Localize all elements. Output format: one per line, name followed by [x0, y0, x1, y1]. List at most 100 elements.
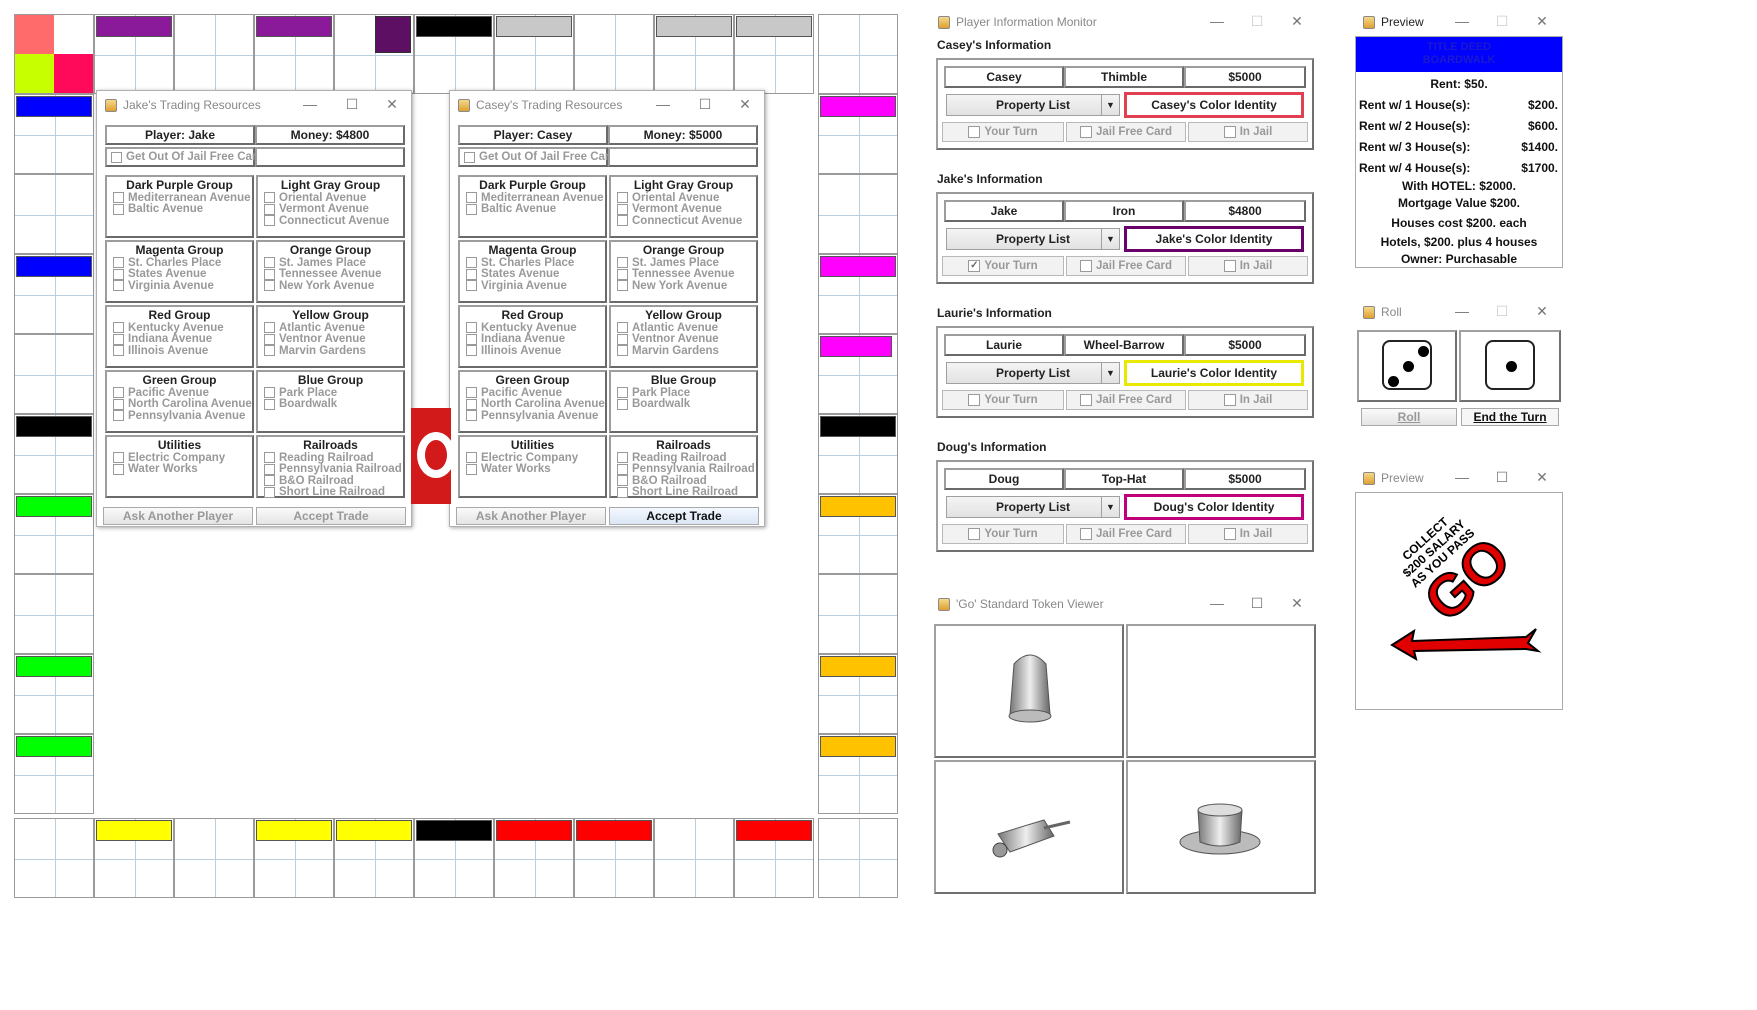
maximize-icon[interactable]: ☐ — [1495, 470, 1509, 484]
board-square-left[interactable] — [14, 174, 94, 254]
checkbox-box[interactable] — [113, 203, 124, 215]
in-jail-checkbox[interactable]: In Jail — [1188, 390, 1308, 410]
checkbox-box[interactable] — [617, 345, 628, 357]
checkbox-box[interactable] — [1079, 260, 1092, 272]
your-turn-checkbox[interactable]: Your Turn — [942, 122, 1064, 142]
property-checkbox[interactable]: Marvin Gardens — [258, 345, 403, 357]
property-checkbox[interactable]: Reading Railroad — [258, 452, 403, 464]
corner-free-parking[interactable] — [14, 14, 94, 94]
checkbox-box[interactable] — [264, 398, 275, 410]
checkbox-box[interactable] — [617, 268, 628, 280]
checkbox-box[interactable] — [617, 257, 628, 269]
close-icon[interactable]: ✕ — [1290, 14, 1304, 28]
board-square-bottom[interactable] — [414, 818, 494, 898]
checkbox-box[interactable] — [1223, 260, 1236, 272]
accept-trade-button[interactable]: Accept Trade — [609, 507, 759, 525]
board-square-bottom[interactable] — [654, 818, 734, 898]
property-checkbox[interactable]: St. James Place — [611, 257, 756, 269]
checkbox-box[interactable] — [113, 463, 124, 475]
board-square-bottom[interactable] — [174, 818, 254, 898]
maximize-icon[interactable]: ☐ — [345, 97, 359, 111]
property-checkbox[interactable]: States Avenue — [107, 268, 252, 280]
property-checkbox[interactable]: Reading Railroad — [611, 452, 756, 464]
minimize-icon[interactable]: — — [1455, 14, 1469, 28]
property-checkbox[interactable]: Ventnor Avenue — [611, 333, 756, 345]
chevron-down-icon[interactable]: ▼ — [1101, 95, 1119, 115]
property-checkbox[interactable]: Baltic Avenue — [107, 203, 252, 215]
jail-free-card-checkbox[interactable]: Jail Free Card — [1066, 122, 1186, 142]
checkbox-box[interactable] — [264, 486, 275, 498]
title-bar[interactable]: Roll — ☐ ✕ — [1355, 298, 1565, 326]
checkbox-box[interactable] — [466, 203, 477, 215]
checkbox-box[interactable] — [113, 410, 124, 422]
checkbox-box[interactable] — [113, 192, 124, 204]
checkbox-box[interactable] — [617, 322, 628, 334]
board-square-right[interactable] — [818, 494, 898, 574]
jail-free-card-checkbox[interactable]: Jail Free Card — [1066, 524, 1186, 544]
jail-card-checkbox[interactable]: Get Out Of Jail Free Card — [105, 147, 263, 167]
board-square-right[interactable] — [818, 334, 898, 414]
property-checkbox[interactable]: Vermont Avenue — [611, 203, 756, 215]
close-icon[interactable]: ✕ — [1290, 596, 1304, 610]
property-checkbox[interactable]: Kentucky Avenue — [460, 322, 605, 334]
property-checkbox[interactable]: Electric Company — [107, 452, 252, 464]
checkbox-box[interactable] — [113, 333, 124, 345]
checkbox-box[interactable] — [113, 387, 124, 399]
in-jail-checkbox[interactable]: In Jail — [1188, 256, 1308, 276]
token-cell-thimble[interactable] — [934, 624, 1124, 758]
checkbox-box[interactable] — [113, 345, 124, 357]
property-checkbox[interactable]: Virginia Avenue — [460, 280, 605, 292]
chevron-down-icon[interactable]: ▼ — [1101, 497, 1119, 517]
property-checkbox[interactable]: Electric Company — [460, 452, 605, 464]
property-checkbox[interactable]: Oriental Avenue — [258, 192, 403, 204]
property-checkbox[interactable]: Virginia Avenue — [107, 280, 252, 292]
property-checkbox[interactable]: Atlantic Avenue — [611, 322, 756, 334]
checkbox-box[interactable] — [264, 333, 275, 345]
checkbox-box[interactable] — [617, 387, 628, 399]
your-turn-checkbox[interactable]: Your Turn — [942, 524, 1064, 544]
checkbox-box[interactable] — [617, 398, 628, 410]
property-checkbox[interactable]: Park Place — [258, 387, 403, 399]
board-square-right[interactable] — [818, 654, 898, 734]
checkbox-box[interactable] — [264, 475, 275, 487]
accept-trade-button[interactable]: Accept Trade — [256, 507, 406, 525]
checkbox-box[interactable] — [466, 192, 477, 204]
checkbox-box[interactable] — [1223, 126, 1236, 138]
checkbox-box[interactable] — [264, 268, 275, 280]
property-checkbox[interactable]: Atlantic Avenue — [258, 322, 403, 334]
property-checkbox[interactable]: Mediterranean Avenue — [107, 192, 252, 204]
checkbox-box[interactable] — [466, 322, 477, 334]
board-square-top[interactable] — [254, 14, 334, 94]
ask-player-button[interactable]: Ask Another Player — [103, 507, 253, 525]
checkbox-box[interactable] — [617, 203, 628, 215]
board-square-left[interactable] — [14, 494, 94, 574]
property-checkbox[interactable]: B&O Railroad — [258, 475, 403, 487]
title-bar[interactable]: Player Information Monitor — ☐ ✕ — [930, 8, 1320, 36]
property-list-dropdown[interactable]: Property List ▼ — [946, 94, 1120, 116]
checkbox-box[interactable] — [466, 268, 477, 280]
checkbox-box[interactable] — [617, 463, 628, 475]
checkbox-box[interactable] — [264, 257, 275, 269]
maximize-icon[interactable]: ☐ — [1495, 14, 1509, 28]
minimize-icon[interactable]: — — [1455, 470, 1469, 484]
property-checkbox[interactable]: Water Works — [460, 463, 605, 475]
in-jail-checkbox[interactable]: In Jail — [1188, 524, 1308, 544]
property-checkbox[interactable]: Indiana Avenue — [460, 333, 605, 345]
board-square-right[interactable] — [818, 734, 898, 814]
checkbox-box[interactable] — [113, 268, 124, 280]
checkbox-box[interactable] — [466, 387, 477, 399]
title-bar[interactable]: Casey's Trading Resources — ☐ ✕ — [450, 91, 764, 119]
maximize-icon[interactable]: ☐ — [1495, 304, 1509, 318]
checkbox-box[interactable] — [113, 398, 124, 410]
checkbox-box[interactable] — [466, 280, 477, 292]
property-checkbox[interactable]: Pennsylvania Railroad — [258, 463, 403, 475]
roll-button[interactable]: Roll — [1361, 408, 1457, 426]
property-checkbox[interactable]: North Carolina Avenue — [107, 398, 252, 410]
close-icon[interactable]: ✕ — [738, 97, 752, 111]
checkbox-box[interactable] — [264, 215, 275, 227]
minimize-icon[interactable]: — — [656, 97, 670, 111]
checkbox-box[interactable] — [1079, 126, 1092, 138]
checkbox-box[interactable] — [617, 486, 628, 498]
board-square-left[interactable] — [14, 334, 94, 414]
checkbox-box[interactable] — [1223, 394, 1236, 406]
